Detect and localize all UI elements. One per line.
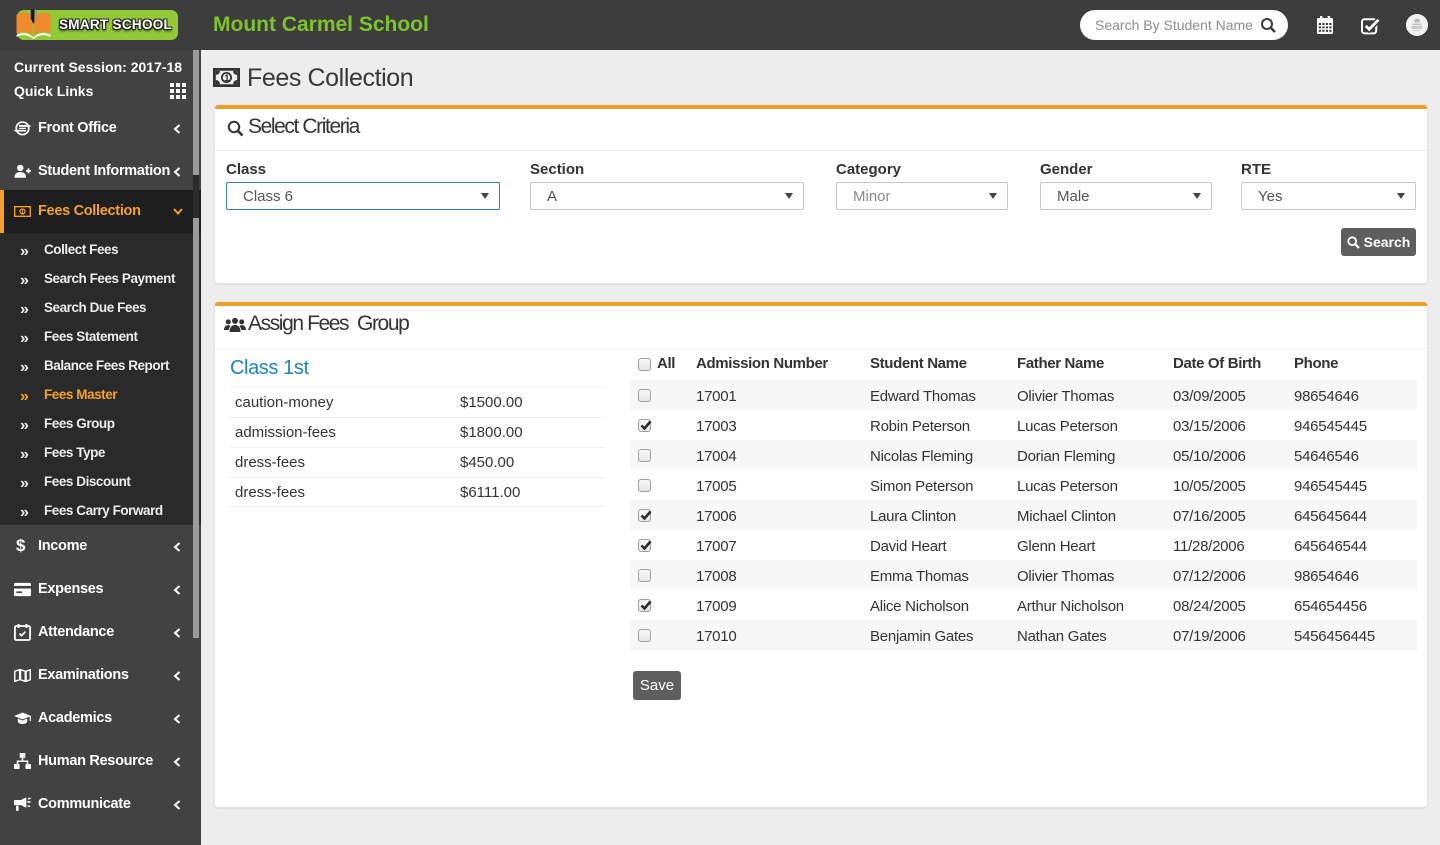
svg-text:1: 1: [21, 209, 24, 215]
